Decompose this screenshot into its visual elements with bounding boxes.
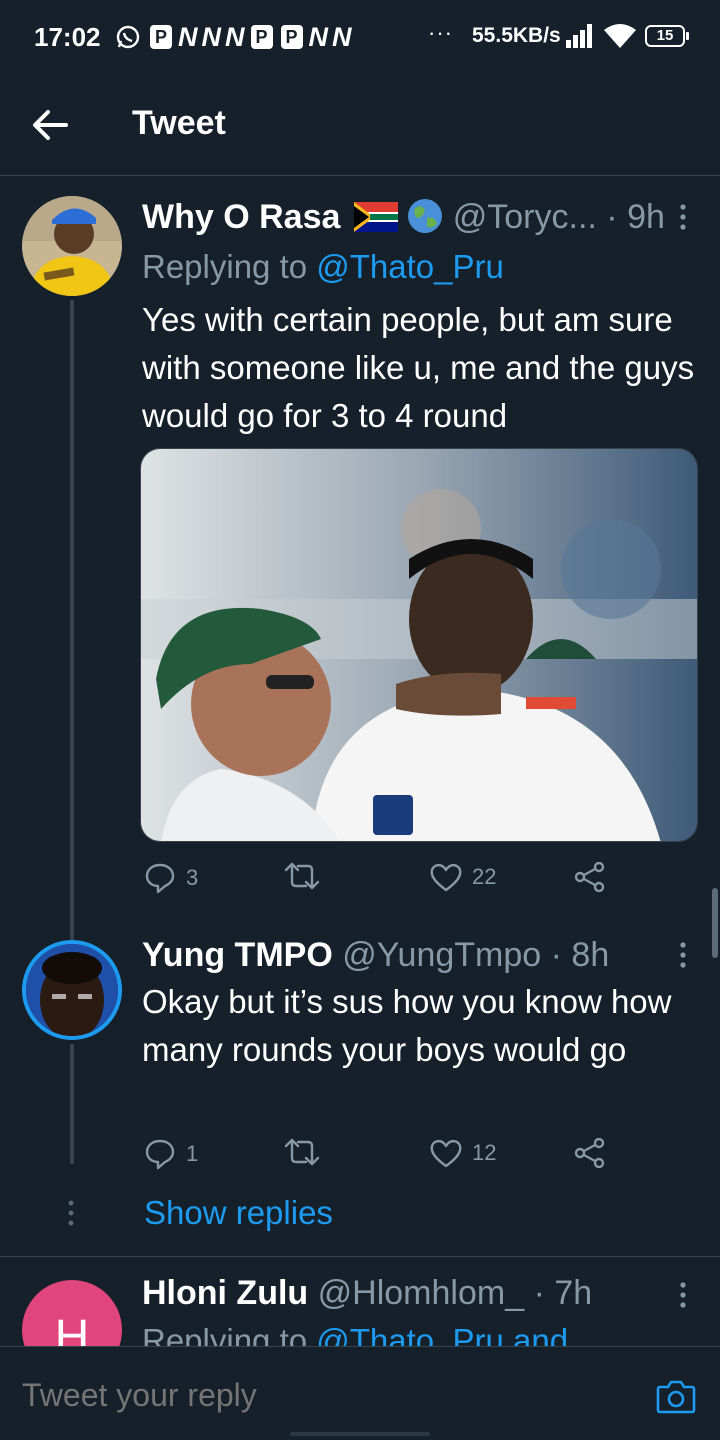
tweet-time[interactable]: 9h <box>627 198 665 236</box>
like-button[interactable]: 12 <box>430 1138 496 1168</box>
heart-icon <box>430 863 462 892</box>
tweet-text: Okay but it’s sus how you know how many … <box>142 983 672 1068</box>
share-button[interactable] <box>574 1138 606 1168</box>
notification-app-icon: N <box>225 22 245 52</box>
notification-app-icon: N <box>308 22 329 52</box>
reply-count: 3 <box>186 865 199 890</box>
retweet-button[interactable] <box>284 862 330 890</box>
notification-app-icon: P <box>280 25 303 49</box>
avatar-letter: H <box>54 1311 90 1346</box>
scrollbar-thumb[interactable] <box>712 888 718 958</box>
separator-dot: · <box>533 1274 545 1312</box>
reply-icon <box>145 863 175 894</box>
reply-button[interactable]: 1 <box>144 1138 198 1170</box>
more-options-icon[interactable] <box>680 942 686 968</box>
author-name[interactable]: Hloni Zulu <box>142 1274 308 1312</box>
screen: { "status_bar": { "time": "17:02", "app_… <box>0 0 720 1440</box>
author-handle[interactable]: @YungTmpo <box>342 936 541 974</box>
reply-composer <box>0 1346 720 1440</box>
share-button[interactable] <box>574 862 606 892</box>
share-icon <box>574 1138 605 1168</box>
whatsapp-icon <box>115 24 141 55</box>
reply-count: 1 <box>186 1141 199 1166</box>
notification-app-icon: P <box>250 25 273 49</box>
notification-app-icon: N <box>332 22 352 52</box>
notification-app-icon: N <box>201 22 222 52</box>
notification-app-icon: P <box>150 25 172 49</box>
thread-line <box>70 300 74 940</box>
notification-app-icon: N <box>178 22 198 52</box>
tweet-time[interactable]: 7h <box>554 1274 592 1312</box>
author-handle[interactable]: @Toryc... <box>453 198 597 236</box>
tweet-actions: 3 22 <box>142 862 622 898</box>
network-speed: 55.5KB/s <box>472 24 561 47</box>
author-handle[interactable]: @Hlomhlom_ <box>318 1274 524 1312</box>
tweet-actions: 1 12 <box>142 1138 622 1174</box>
like-button[interactable]: 22 <box>430 862 496 892</box>
tweet-header: Why O Rasa @Toryc... · 9h <box>142 198 665 243</box>
more-options-icon[interactable] <box>680 1282 686 1308</box>
more-options-icon[interactable] <box>680 204 686 230</box>
separator-dot: · <box>606 198 618 236</box>
divider <box>0 1256 720 1257</box>
tweet-header: Yung TMPO @YungTmpo · 8h <box>142 936 609 975</box>
share-icon <box>574 862 605 892</box>
retweet-button[interactable] <box>284 1138 330 1166</box>
app-header: Tweet <box>0 74 720 176</box>
battery-icon: 15 <box>645 25 689 47</box>
tweet-image[interactable] <box>140 448 698 842</box>
back-arrow-icon[interactable] <box>30 108 70 142</box>
tweet-text: Yes with certain people, but am sure wit… <box>142 301 695 434</box>
heart-icon <box>430 1139 462 1168</box>
retweet-icon <box>284 862 320 890</box>
wifi-icon <box>604 24 636 53</box>
south-africa-flag-icon <box>353 202 398 241</box>
replying-to: Replying to @Thato_Pru <box>142 248 504 286</box>
overflow-dots: ··· <box>428 20 453 45</box>
avatar[interactable] <box>22 940 122 1040</box>
replying-to-label: Replying to <box>142 248 317 285</box>
thread-ellipsis-icon <box>68 1200 74 1226</box>
avatar[interactable]: H <box>22 1280 122 1346</box>
mention-link[interactable]: @Thato_Pru and <box>316 1322 568 1346</box>
author-name[interactable]: Why O Rasa <box>142 198 340 236</box>
author-name[interactable]: Yung TMPO <box>142 936 333 974</box>
like-count: 22 <box>472 864 497 889</box>
retweet-icon <box>284 1138 320 1166</box>
tweet-header: Hloni Zulu @Hlomhlom_ · 7h <box>142 1274 592 1313</box>
status-bar: 17:02 P N N N P P N N ··· 55.5KB/s 15 <box>0 0 720 74</box>
like-count: 12 <box>472 1140 497 1165</box>
signal-icon <box>566 24 596 53</box>
reply-icon <box>145 1139 175 1170</box>
replying-to: Replying to @Thato_Pru and <box>142 1322 568 1346</box>
camera-icon[interactable] <box>656 1378 696 1419</box>
replying-to-label: Replying to <box>142 1322 317 1346</box>
notification-icons: P N N N P P N N <box>148 22 352 52</box>
tweet-hloni-zulu[interactable]: H Hloni Zulu @Hlomhlom_ · 7h Replying to… <box>0 1270 720 1346</box>
separator-dot: · <box>550 936 562 974</box>
reply-button[interactable]: 3 <box>144 862 198 894</box>
thread-line <box>70 1044 74 1164</box>
page-title: Tweet <box>132 104 226 142</box>
tweet-time[interactable]: 8h <box>571 936 609 974</box>
reply-input[interactable] <box>22 1377 582 1414</box>
home-indicator <box>290 1432 430 1436</box>
show-replies-link[interactable]: Show replies <box>144 1194 333 1232</box>
mention-link[interactable]: @Thato_Pru <box>316 248 504 285</box>
globe-icon <box>407 198 443 243</box>
avatar[interactable] <box>22 196 122 296</box>
status-time: 17:02 <box>34 22 101 52</box>
